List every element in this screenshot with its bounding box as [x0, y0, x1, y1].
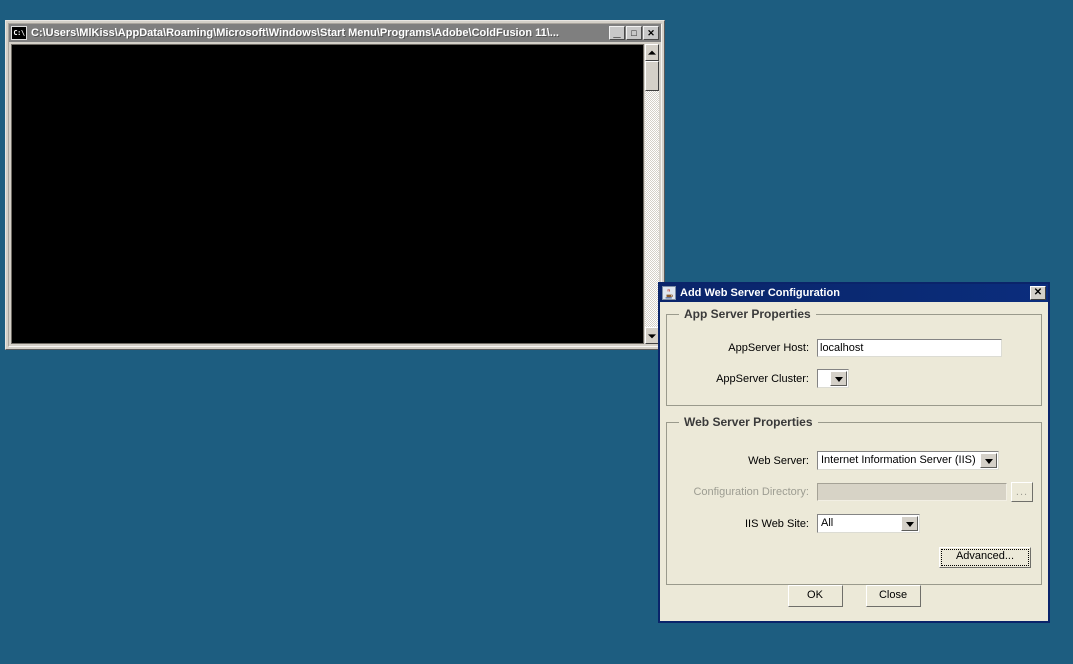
dialog-titlebar[interactable]: Add Web Server Configuration ✕	[660, 284, 1048, 302]
close-icon: ✕	[647, 28, 655, 38]
web-server-value: Internet Information Server (IIS)	[821, 454, 976, 466]
close-button[interactable]: ✕	[643, 26, 659, 40]
dialog-close-action-button[interactable]: Close	[865, 585, 921, 607]
minimize-button[interactable]: _	[609, 24, 625, 40]
scroll-up-arrow-icon[interactable]	[645, 44, 659, 61]
appserver-host-row: AppServer Host: localhost	[675, 339, 1033, 357]
web-server-properties-group: Web Server Properties Web Server: Intern…	[666, 415, 1042, 585]
configuration-directory-label: Configuration Directory:	[693, 486, 809, 498]
appserver-cluster-row: AppServer Cluster:	[675, 369, 1033, 388]
app-server-properties-group: App Server Properties AppServer Host: lo…	[666, 307, 1042, 406]
dialog-close-button[interactable]: ✕	[1030, 286, 1046, 300]
command-prompt-icon: C:\	[11, 26, 27, 40]
appserver-host-input[interactable]: localhost	[817, 339, 1002, 357]
dialog-button-bar: OK Close	[660, 585, 1048, 607]
iis-web-site-dropdown[interactable]: All	[817, 514, 920, 533]
app-server-properties-title: App Server Properties	[679, 307, 816, 321]
ok-button[interactable]: OK	[787, 585, 843, 607]
web-server-row: Web Server: Internet Information Server …	[675, 451, 1033, 470]
configuration-directory-row: Configuration Directory: ...	[675, 482, 1033, 502]
java-coffee-cup-icon	[662, 286, 676, 300]
dialog-content: App Server Properties AppServer Host: lo…	[660, 302, 1048, 621]
command-prompt-body	[9, 42, 661, 346]
console-output-area[interactable]	[11, 44, 644, 344]
web-server-properties-title: Web Server Properties	[679, 415, 818, 429]
command-prompt-window-inner: C:\ C:\Users\MlKiss\AppData\Roaming\Micr…	[8, 23, 662, 347]
configuration-directory-input[interactable]	[817, 483, 1007, 501]
appserver-cluster-label: AppServer Cluster:	[716, 372, 809, 385]
maximize-icon: □	[631, 28, 637, 38]
browse-directory-button[interactable]: ...	[1011, 482, 1033, 502]
command-prompt-titlebar[interactable]: C:\ C:\Users\MlKiss\AppData\Roaming\Micr…	[9, 24, 661, 42]
console-screen-container	[9, 42, 644, 346]
close-icon: ✕	[1033, 287, 1043, 298]
web-server-dropdown[interactable]: Internet Information Server (IIS)	[817, 451, 999, 470]
maximize-button[interactable]: □	[626, 26, 642, 40]
dialog-title: Add Web Server Configuration	[680, 287, 840, 299]
minimize-icon: _	[613, 24, 621, 39]
chevron-down-icon[interactable]	[830, 371, 847, 386]
appserver-cluster-value	[818, 370, 830, 387]
appserver-cluster-dropdown[interactable]	[817, 369, 849, 388]
command-prompt-title: C:\Users\MlKiss\AppData\Roaming\Microsof…	[31, 27, 559, 39]
iis-web-site-label: IIS Web Site:	[745, 517, 809, 530]
appserver-host-label: AppServer Host:	[728, 342, 809, 354]
advanced-button[interactable]: Advanced...	[939, 547, 1031, 568]
chevron-down-icon[interactable]	[980, 453, 997, 468]
scroll-down-arrow-icon[interactable]	[645, 327, 659, 344]
chevron-down-icon[interactable]	[901, 516, 918, 531]
advanced-button-row: Advanced...	[675, 547, 1033, 568]
scrollbar-thumb[interactable]	[645, 61, 659, 91]
iis-web-site-row: IIS Web Site: All	[675, 514, 1033, 533]
scrollbar-track[interactable]	[645, 91, 659, 327]
command-prompt-window[interactable]: C:\ C:\Users\MlKiss\AppData\Roaming\Micr…	[5, 20, 665, 350]
iis-web-site-value: All	[821, 517, 834, 529]
web-server-label: Web Server:	[748, 454, 809, 467]
add-web-server-configuration-dialog[interactable]: Add Web Server Configuration ✕ App Serve…	[658, 282, 1050, 623]
